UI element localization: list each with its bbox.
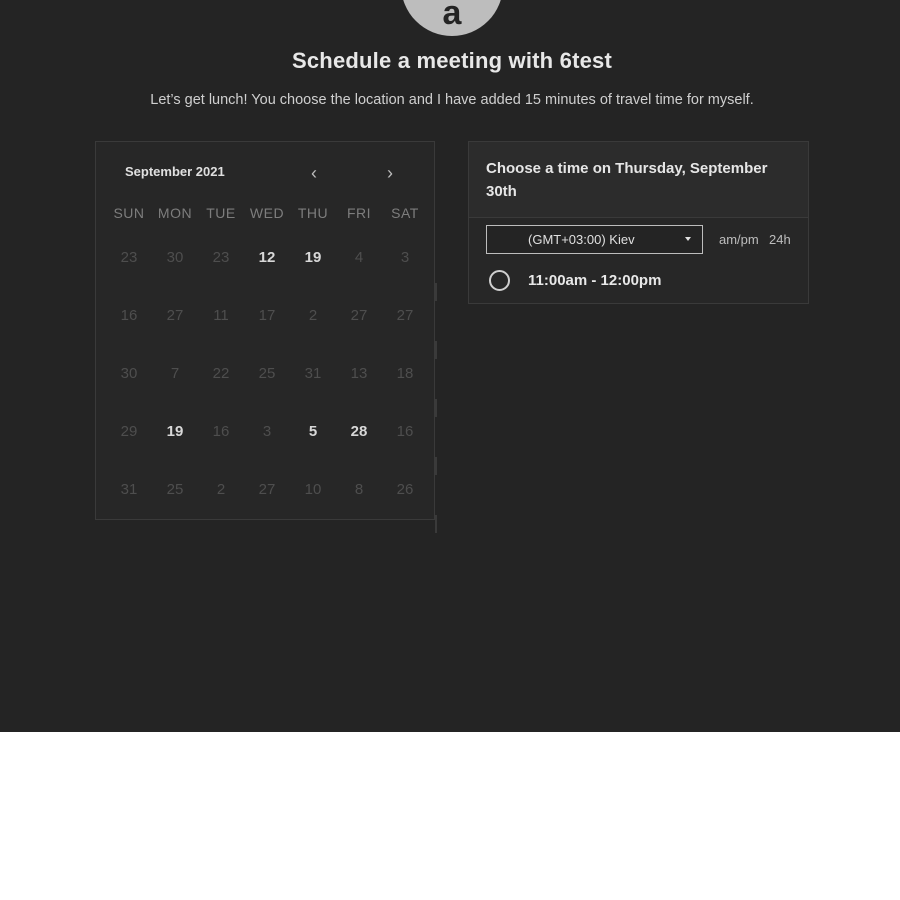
row-divider bbox=[435, 399, 437, 417]
calendar-day: 26 bbox=[396, 481, 414, 498]
calendar-day-available[interactable]: 28 bbox=[336, 423, 382, 440]
calendar-day-available[interactable]: 12 bbox=[244, 249, 290, 266]
calendar-day: 16 bbox=[120, 307, 138, 324]
calendar-day: 16 bbox=[212, 423, 230, 440]
time-slot-option[interactable]: 11:00am - 12:00pm bbox=[489, 269, 789, 295]
calendar-day-available[interactable]: 19 bbox=[152, 423, 198, 440]
weekday-header-row: SUN MON TUE WED THU FRI SAT bbox=[96, 205, 436, 223]
chevron-right-icon[interactable]: › bbox=[379, 162, 401, 184]
format-24h-toggle[interactable]: 24h bbox=[769, 232, 791, 247]
page-title: Schedule a meeting with 6test bbox=[292, 48, 612, 73]
calendar-day: 22 bbox=[212, 365, 230, 382]
time-panel-heading: Choose a time on Thursday, September 30t… bbox=[486, 160, 768, 200]
avatar-letter: a bbox=[442, 0, 462, 32]
calendar-day: 18 bbox=[396, 365, 414, 382]
weekday-label: WED bbox=[249, 205, 285, 221]
calendar-day: 29 bbox=[120, 423, 138, 440]
calendar-day: 4 bbox=[354, 249, 364, 266]
calendar-day-available[interactable]: 5 bbox=[290, 423, 336, 440]
calendar-day: 31 bbox=[304, 365, 322, 382]
calendar-day: 8 bbox=[354, 481, 364, 498]
calendar-day: 17 bbox=[258, 307, 276, 324]
calendar-day: 11 bbox=[213, 307, 229, 324]
weekday-label: TUE bbox=[206, 205, 236, 221]
calendar-day: 25 bbox=[258, 365, 276, 382]
weekday-label: THU bbox=[297, 205, 329, 221]
calendar-day: 13 bbox=[350, 365, 368, 382]
weekday-label: SUN bbox=[113, 205, 145, 221]
calendar-day: 23 bbox=[212, 249, 230, 266]
format-ampm-toggle[interactable]: am/pm bbox=[719, 232, 759, 247]
weekday-label: FRI bbox=[346, 205, 372, 221]
calendar-day: 27 bbox=[258, 481, 276, 498]
calendar-day: 10 bbox=[304, 481, 322, 498]
calendar-day: 30 bbox=[166, 249, 184, 266]
radio-button[interactable] bbox=[489, 270, 510, 291]
calendar-day: 27 bbox=[166, 307, 184, 324]
calendar-day: 16 bbox=[396, 423, 414, 440]
calendar-month-label: September 2021 bbox=[125, 164, 225, 179]
calendar-day: 23 bbox=[120, 249, 138, 266]
weekday-label: MON bbox=[157, 205, 193, 221]
calendar: September 2021 ‹ › SUN MON TUE WED THU FRI SAT… bbox=[95, 141, 437, 533]
calendar-day-available[interactable]: 19 bbox=[290, 249, 336, 266]
timezone-select[interactable]: (GMT+03:00) Kiev bbox=[486, 225, 703, 254]
calendar-day: 27 bbox=[350, 307, 368, 324]
calendar-day: 7 bbox=[170, 365, 180, 382]
calendar-day: 3 bbox=[262, 423, 272, 440]
row-divider bbox=[435, 515, 437, 533]
row-divider bbox=[435, 341, 437, 359]
calendar-day: 30 bbox=[120, 365, 138, 382]
time-panel: Choose a time on Thursday, September 30t… bbox=[468, 141, 809, 304]
calendar-day: 2 bbox=[308, 307, 318, 324]
page-subtitle: Let’s get lunch! You choose the location… bbox=[150, 92, 754, 108]
caret-down-icon bbox=[685, 237, 691, 241]
row-divider bbox=[435, 283, 437, 301]
row-divider bbox=[435, 457, 437, 475]
time-slot-label: 11:00am - 12:00pm bbox=[528, 272, 662, 289]
calendar-day: 31 bbox=[120, 481, 138, 498]
calendar-day: 3 bbox=[400, 249, 410, 266]
timezone-value: (GMT+03:00) Kiev bbox=[528, 232, 635, 247]
calendar-day: 25 bbox=[166, 481, 184, 498]
weekday-label: SAT bbox=[391, 205, 419, 221]
calendar-day: 2 bbox=[216, 481, 226, 498]
chevron-left-icon[interactable]: ‹ bbox=[303, 162, 325, 184]
time-panel-header: Choose a time on Thursday, September 30t… bbox=[469, 142, 808, 218]
calendar-day: 27 bbox=[396, 307, 414, 324]
